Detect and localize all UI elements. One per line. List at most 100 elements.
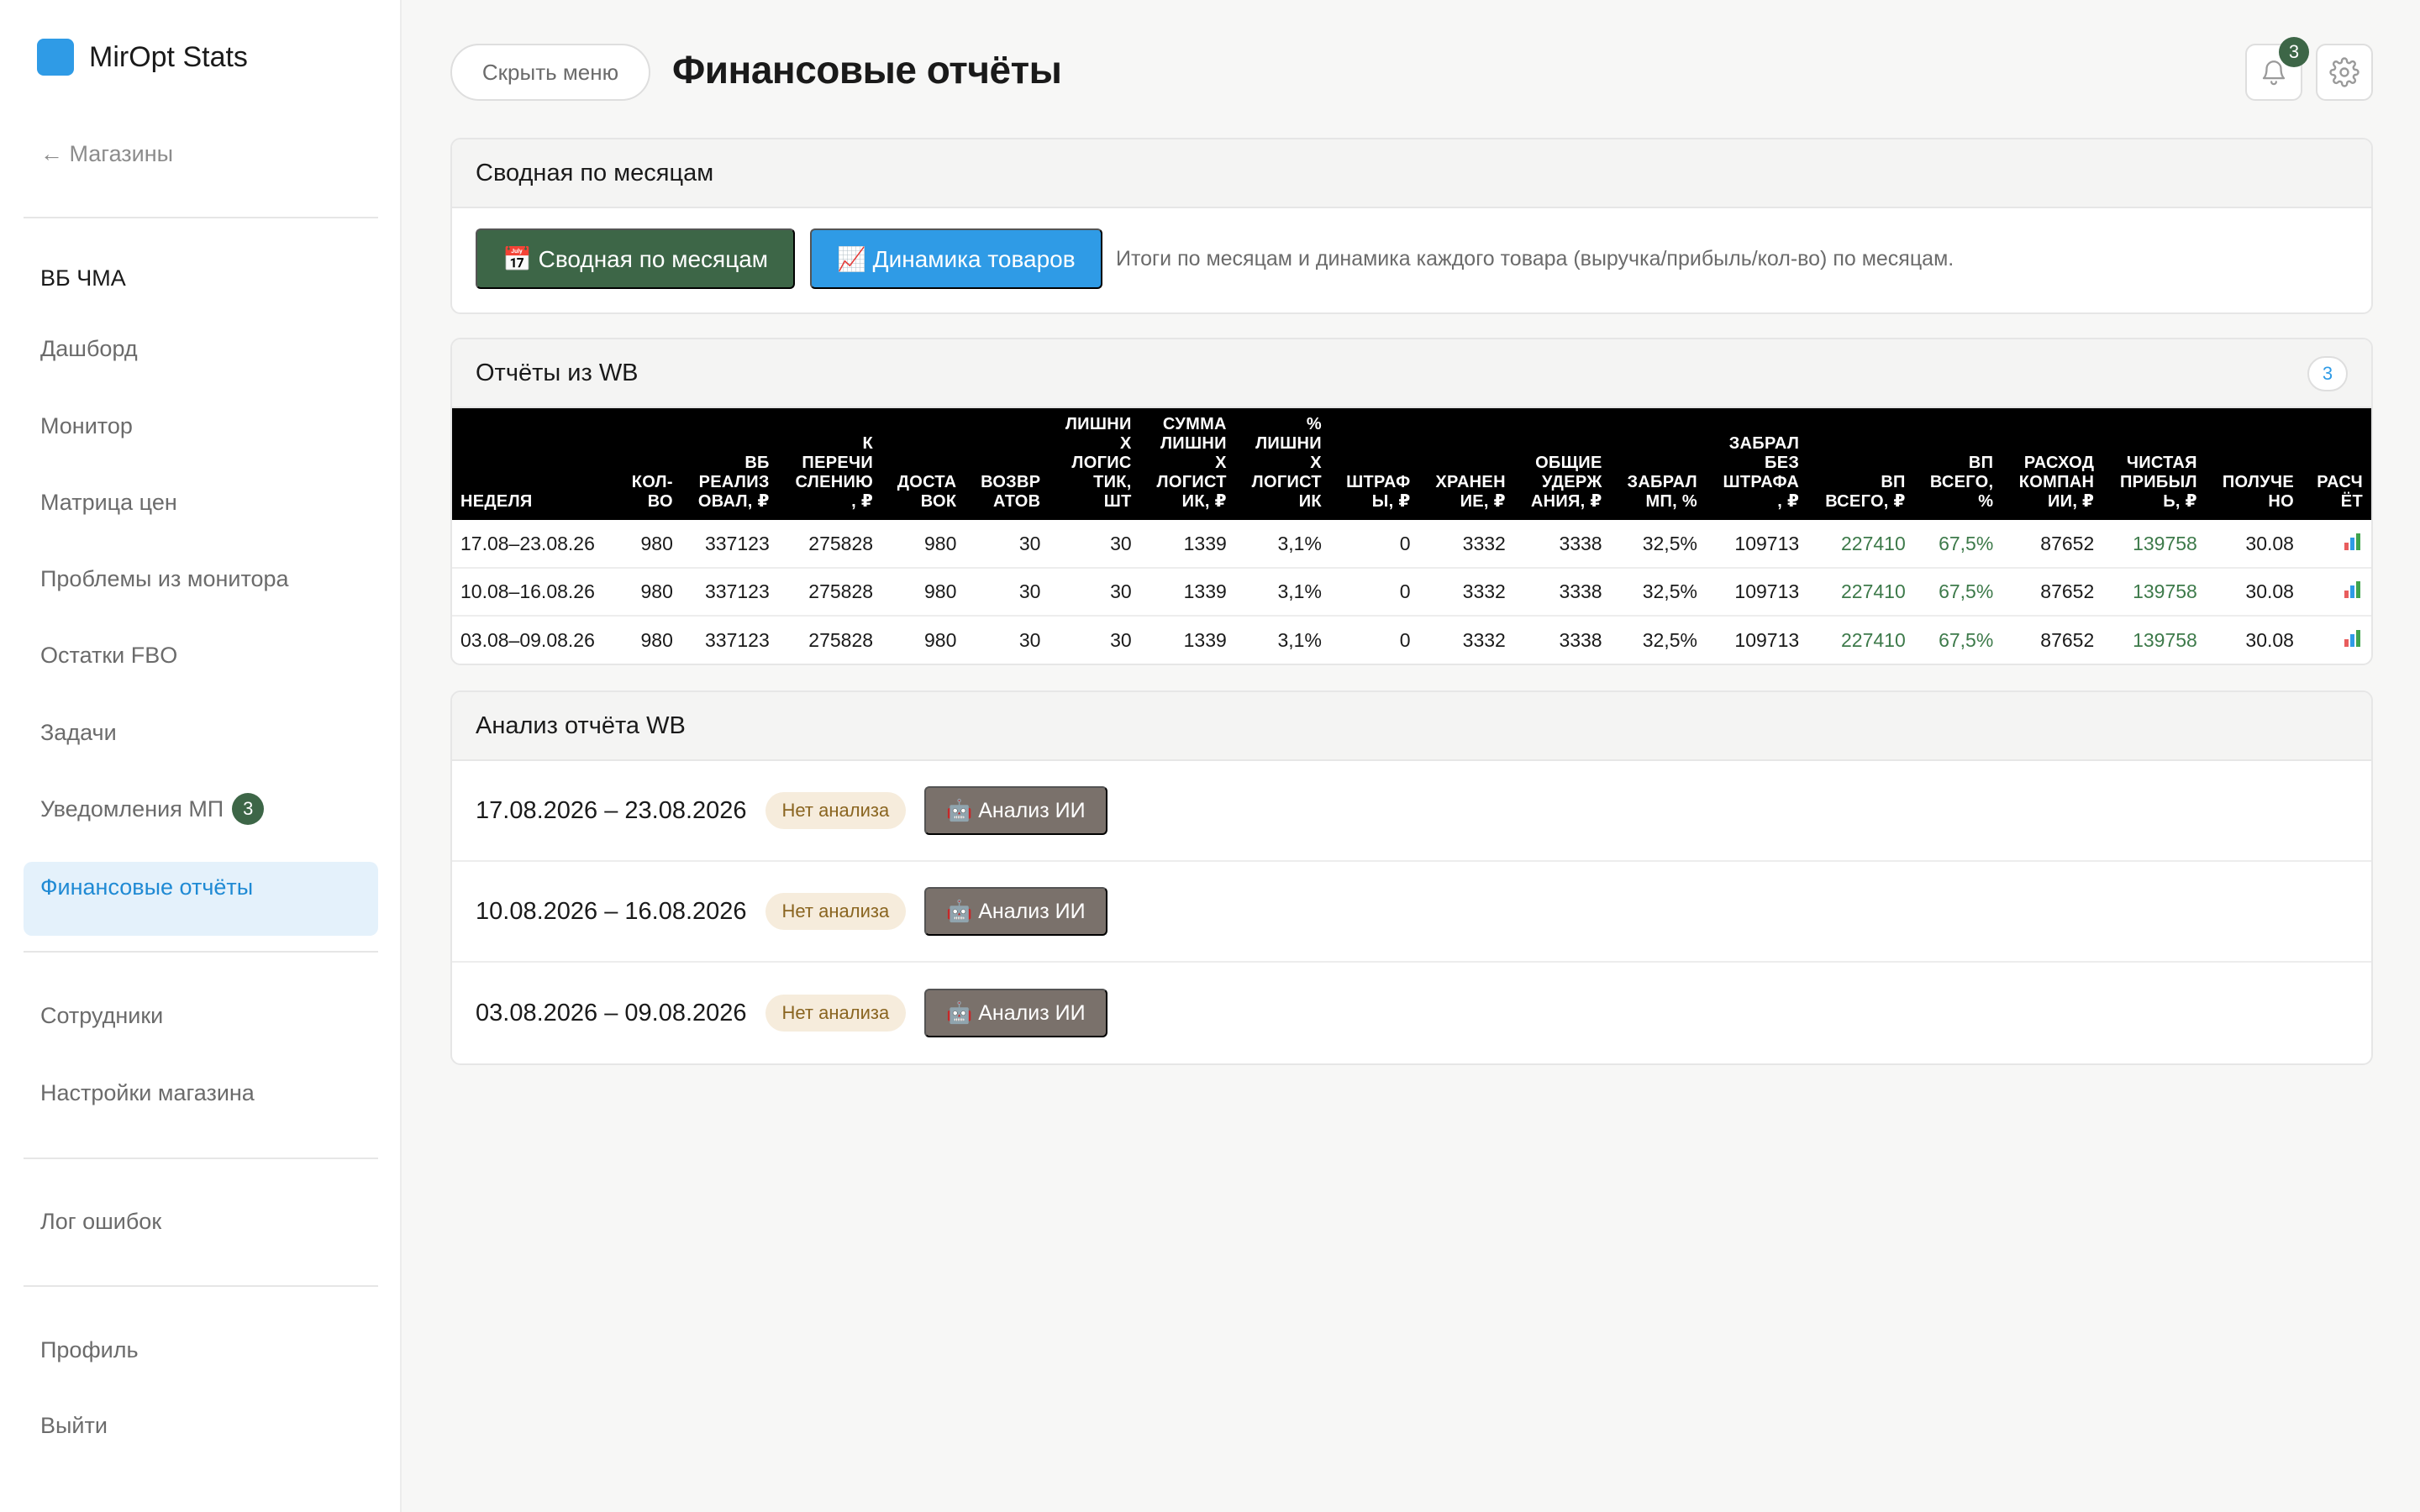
table-cell: 3338	[1559, 628, 1602, 651]
table-cell: 227410	[1807, 568, 1914, 617]
column-header: РАСХОД КОМПАН ИИ, ₽	[2002, 408, 2103, 520]
table-cell: 337123	[681, 520, 778, 569]
column-header: К ПЕРЕЧИ СЛЕНИЮ , ₽	[777, 408, 882, 520]
sidebar-item-logout[interactable]: Выйти	[40, 1413, 108, 1439]
ai-analysis-button[interactable]: 🤖 Анализ ИИ	[924, 786, 1107, 835]
sidebar-item-label: Сотрудники	[40, 1003, 164, 1028]
table-cell: 0	[1399, 628, 1411, 651]
table-cell: 3338	[1513, 520, 1611, 569]
analysis-row: 10.08.2026 – 16.08.2026 Нет анализа 🤖 Ан…	[452, 862, 2371, 963]
sidebar-item-label: Проблемы из монитора	[40, 566, 289, 591]
analysis-period: 10.08.2026 – 16.08.2026	[476, 897, 747, 925]
table-cell: 87652	[2002, 568, 2103, 617]
week-cell: 03.08–09.08.26	[460, 628, 595, 651]
table-cell: 30	[965, 568, 1050, 617]
table-row[interactable]: 03.08–09.08.26 980 337123 275828 980 30 30 1339…	[452, 616, 2371, 664]
bar-chart-icon[interactable]	[2344, 581, 2363, 598]
table-cell: 87652	[2040, 628, 2095, 651]
column-header: РАСЧ ЁТ	[2302, 408, 2371, 520]
week-cell: 17.08–23.08.26	[452, 520, 618, 569]
ai-analysis-button[interactable]: 🤖 Анализ ИИ	[924, 887, 1107, 936]
reports-card-header: Отчёты из WB 3	[452, 339, 2371, 408]
table-cell: 3,1%	[1277, 628, 1322, 651]
ai-analysis-button[interactable]: 🤖 Анализ ИИ	[924, 989, 1107, 1037]
table-cell: 30	[1018, 628, 1041, 651]
settings-button[interactable]	[2316, 44, 2373, 101]
sidebar-item-monitor[interactable]: Монитор	[40, 413, 133, 439]
monthly-summary-button[interactable]: 📅 Сводная по месяцам	[476, 228, 796, 289]
table-cell: 980	[618, 568, 681, 617]
column-header: ХРАНЕН ИЕ, ₽	[1418, 408, 1514, 520]
summary-description: Итоги по месяцам и динамика каждого това…	[1116, 247, 1954, 270]
brand[interactable]: MirOpt Stats	[37, 39, 248, 76]
calc-cell[interactable]	[2302, 520, 2371, 569]
table-cell: 1339	[1183, 628, 1227, 651]
sidebar-item-monitor-problems[interactable]: Проблемы из монитора	[40, 566, 289, 592]
table-cell: 980	[640, 628, 673, 651]
analysis-status-badge: Нет анализа	[765, 792, 907, 829]
sidebar-item-label: Задачи	[40, 720, 117, 745]
sidebar-divider	[24, 217, 378, 218]
table-cell: 3338	[1513, 568, 1611, 617]
analysis-card-title: Анализ отчёта WB	[452, 692, 2371, 761]
sidebar-item-store-settings[interactable]: Настройки магазина	[40, 1080, 255, 1106]
sidebar-item-employees[interactable]: Сотрудники	[40, 1003, 163, 1029]
column-header: СУММА ЛИШНИ Х ЛОГИСТ ИК, ₽	[1139, 408, 1235, 520]
summary-card: Сводная по месяцам 📅 Сводная по месяцам …	[450, 138, 2373, 314]
back-to-stores-link[interactable]: ← Магазины	[40, 141, 173, 167]
sidebar-divider	[24, 1285, 378, 1287]
notifications-button[interactable]: 3	[2245, 37, 2309, 101]
sidebar-item-fbo-stock[interactable]: Остатки FBO	[40, 643, 177, 669]
page-title: Финансовые отчёты	[672, 48, 1062, 92]
sidebar-item-label: Монитор	[40, 413, 133, 438]
sidebar-item-error-log[interactable]: Лог ошибок	[40, 1209, 161, 1235]
table-cell: 30	[1049, 568, 1140, 617]
table-cell: 109713	[1705, 568, 1808, 617]
calc-cell[interactable]	[2302, 568, 2371, 617]
sidebar-item-label: Остатки FBO	[40, 643, 178, 668]
bar-chart-icon[interactable]	[2344, 629, 2363, 647]
column-header: ПОЛУЧЕ НО	[2205, 408, 2302, 520]
column-header: % ЛИШНИ Х ЛОГИСТ ИК	[1234, 408, 1330, 520]
table-cell: 139758	[2102, 520, 2206, 569]
reports-table: НЕДЕЛЯ КОЛ- ВО ВБ РЕАЛИЗ ОВАЛ, ₽ К ПЕРЕЧИ С…	[452, 408, 2371, 664]
hide-menu-button[interactable]: Скрыть меню	[450, 44, 650, 101]
sidebar-item-dashboard[interactable]: Дашборд	[40, 336, 138, 362]
sidebar-item-price-matrix[interactable]: Матрица цен	[40, 490, 177, 516]
analysis-period: 03.08.2026 – 09.08.2026	[476, 999, 747, 1026]
table-cell: 32,5%	[1642, 628, 1697, 651]
table-cell: 67,5%	[1913, 568, 2002, 617]
analysis-status-badge: Нет анализа	[765, 893, 907, 930]
logo-icon	[37, 39, 74, 76]
sidebar-item-label: Профиль	[40, 1337, 139, 1362]
product-dynamics-button[interactable]: 📈 Динамика товаров	[810, 228, 1102, 289]
calc-cell[interactable]	[2302, 616, 2371, 664]
sidebar-item-mp-notifications[interactable]: Уведомления МП 3	[40, 793, 265, 825]
table-cell: 30.08	[2245, 628, 2294, 651]
sidebar-item-tasks[interactable]: Задачи	[40, 720, 117, 746]
column-header: ВП ВСЕГО, %	[1913, 408, 2002, 520]
table-row[interactable]: 17.08–23.08.26 980 337123 275828 980 30 30 1339…	[452, 520, 2371, 569]
table-cell: 87652	[2002, 520, 2103, 569]
table-row[interactable]: 10.08–16.08.26 980 337123 275828 980 30 30 1339…	[452, 568, 2371, 617]
table-cell: 109713	[1705, 520, 1808, 569]
analysis-card: Анализ отчёта WB 17.08.2026 – 23.08.2026…	[450, 690, 2373, 1065]
summary-card-title: Сводная по месяцам	[452, 139, 2371, 208]
sidebar-item-profile[interactable]: Профиль	[40, 1337, 139, 1363]
table-cell: 980	[618, 520, 681, 569]
sidebar-item-label: Выйти	[40, 1413, 108, 1438]
table-cell: 980	[923, 628, 957, 651]
column-header: ЛИШНИ Х ЛОГИС ТИК, ШТ	[1049, 408, 1140, 520]
table-cell: 3,1%	[1234, 520, 1330, 569]
sidebar: MirOpt Stats ← Магазины ВБ ЧМА Дашборд М…	[0, 0, 402, 1512]
app-name: MirOpt Stats	[89, 40, 248, 73]
table-cell: 275828	[777, 520, 882, 569]
table-cell: 3332	[1418, 568, 1514, 617]
column-header: ВБ РЕАЛИЗ ОВАЛ, ₽	[681, 408, 778, 520]
notification-count-badge: 3	[2279, 37, 2309, 67]
sidebar-item-financial-reports[interactable]: Финансовые отчёты	[40, 874, 253, 900]
bar-chart-icon[interactable]	[2344, 533, 2363, 550]
column-header: ВП ВСЕГО, ₽	[1807, 408, 1914, 520]
table-cell: 1339	[1139, 568, 1235, 617]
sidebar-divider	[24, 1158, 378, 1159]
